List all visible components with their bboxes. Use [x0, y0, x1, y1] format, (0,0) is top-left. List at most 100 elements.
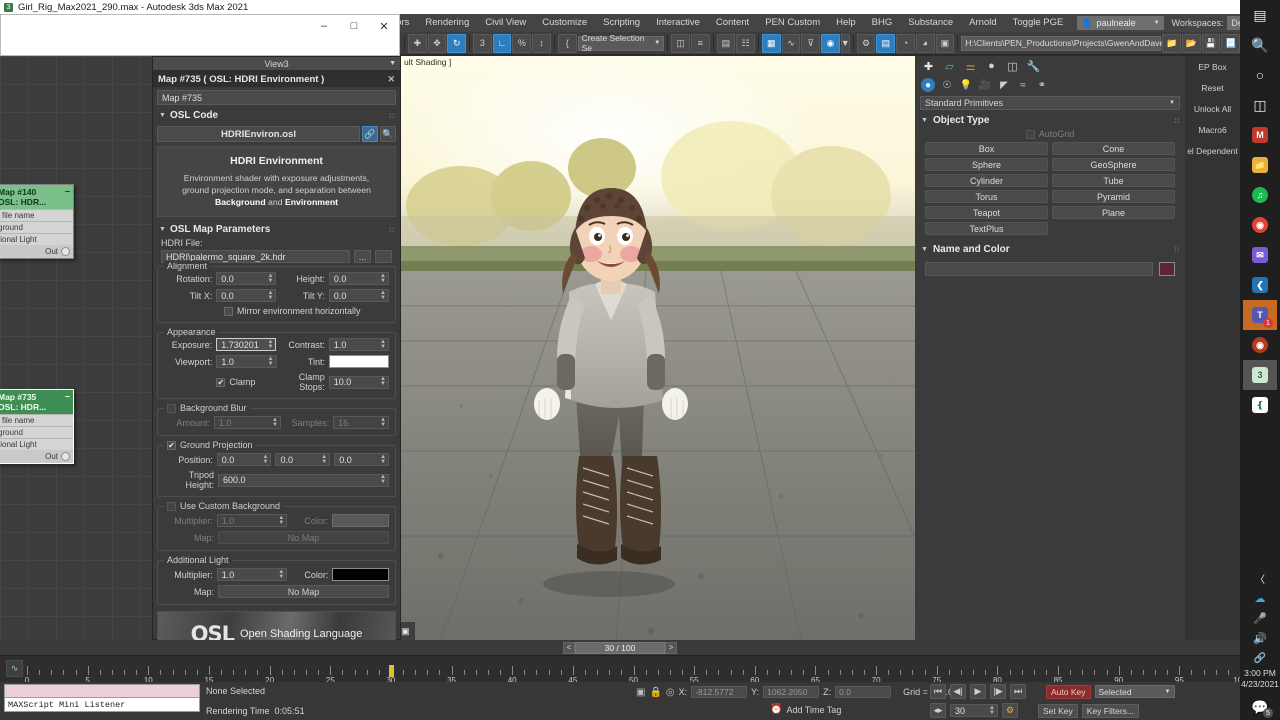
hdri-reload-icon[interactable]	[375, 250, 392, 263]
menu-item-rendering[interactable]: Rendering	[417, 14, 477, 32]
magnifier-icon[interactable]: 🔍	[380, 126, 396, 142]
lock-selection-icon[interactable]: 🔒	[649, 687, 661, 698]
height-spinner[interactable]: 0.0 ▲ ▼	[328, 272, 389, 285]
key-settings-icon[interactable]: ⚙	[1002, 703, 1018, 718]
mendeley-icon[interactable]: M	[1243, 120, 1277, 150]
object-type-tube[interactable]: Tube	[1052, 174, 1175, 187]
menu-item-toggle-pge[interactable]: Toggle PGE	[1005, 14, 1072, 32]
systems-icon[interactable]: ⚭	[1035, 78, 1049, 92]
search-icon[interactable]: 🔍	[1243, 30, 1277, 60]
curve-editor-icon[interactable]: ▦	[761, 33, 781, 53]
rotation-spinner[interactable]: 0.0 ▲ ▼	[216, 272, 277, 285]
angle-snap-icon[interactable]: ∟	[492, 33, 512, 53]
mirror-environment-checkbox[interactable]	[224, 306, 233, 316]
map-name-input[interactable]: Map #735	[157, 90, 396, 105]
menu-item-help[interactable]: Help	[828, 14, 864, 32]
project-settings-icon[interactable]: 📃	[1221, 33, 1241, 53]
macro-button-unlock-all[interactable]: Unlock All	[1185, 98, 1240, 119]
time-tag-icon[interactable]: ⏰	[770, 704, 782, 715]
tripod-height-spinner[interactable]: 600.0 ▲ ▼	[218, 473, 389, 487]
close-icon[interactable]: ✕	[387, 74, 395, 85]
render-production-icon[interactable]: ◔	[896, 33, 915, 53]
lights-icon[interactable]: 💡	[959, 78, 973, 92]
object-type-torus[interactable]: Torus	[925, 190, 1048, 203]
object-type-rollout-header[interactable]: ▼ Object Type ∷	[915, 112, 1185, 129]
set-key-button[interactable]: Set Key	[1038, 703, 1078, 718]
menu-item-interactive[interactable]: Interactive	[648, 14, 708, 32]
object-type-textplus[interactable]: TextPlus	[925, 222, 1048, 235]
chevron-up-icon[interactable]: 〈	[1243, 568, 1277, 588]
key-filters-button[interactable]: Key Filters...	[1081, 703, 1140, 718]
object-type-cylinder[interactable]: Cylinder	[925, 174, 1048, 187]
spotify-icon[interactable]: ♫	[1243, 180, 1277, 210]
rotate-icon[interactable]: ↻	[447, 33, 467, 53]
terminal-icon[interactable]: ❴	[1243, 390, 1277, 420]
tilt-y-spinner[interactable]: 0.0 ▲ ▼	[328, 289, 389, 302]
menu-item-bhg[interactable]: BHG	[864, 14, 901, 32]
tilt-x-spinner[interactable]: 0.0 ▲ ▼	[216, 289, 277, 302]
background-blur-checkbox[interactable]	[167, 403, 176, 413]
menu-item-substance[interactable]: Substance	[900, 14, 961, 32]
object-type-geosphere[interactable]: GeoSphere	[1052, 158, 1175, 171]
space-warps-icon[interactable]: ≈	[1016, 78, 1030, 92]
utilities-tab-icon[interactable]: 🔧	[1026, 59, 1041, 74]
modify-tab-icon[interactable]: ▱	[942, 59, 957, 74]
osl-map-parameters-header[interactable]: ▼ OSL Map Parameters ∷	[157, 222, 396, 237]
helpers-icon[interactable]: ◤	[997, 78, 1011, 92]
clamp-checkbox[interactable]: ✔	[216, 377, 226, 387]
menu-item-content[interactable]: Content	[708, 14, 757, 32]
light-color-swatch[interactable]	[332, 568, 390, 581]
tint-color-swatch[interactable]	[329, 355, 389, 368]
view-tab[interactable]: View3 ▼	[153, 57, 400, 71]
object-type-plane[interactable]: Plane	[1052, 206, 1175, 219]
file-explorer-icon[interactable]: 📁	[1243, 150, 1277, 180]
transform-type-in-icon[interactable]: ▣	[636, 687, 645, 698]
scene-explorer-icon[interactable]: ☷	[736, 33, 755, 53]
current-frame-input[interactable]: 30 ▲ ▼	[950, 704, 998, 717]
menu-item-scripting[interactable]: Scripting	[595, 14, 648, 32]
geometry-icon[interactable]: ●	[921, 78, 935, 92]
prev-frame-icon[interactable]: ◀|	[950, 684, 966, 699]
listener-input-field[interactable]: MAXScript Mini Listener	[4, 698, 200, 712]
object-type-cone[interactable]: Cone	[1052, 142, 1175, 155]
display-tab-icon[interactable]: ◫	[1005, 59, 1020, 74]
position-y-spinner[interactable]: 0.0 ▲ ▼	[275, 453, 331, 466]
macro-button-macro6[interactable]: Macro6	[1185, 119, 1240, 140]
object-type-sphere[interactable]: Sphere	[925, 158, 1048, 171]
position-z-spinner[interactable]: 0.0 ▲ ▼	[334, 453, 390, 466]
mirror-icon[interactable]: ◫	[671, 33, 690, 53]
save-project-icon[interactable]: 💾	[1201, 33, 1221, 53]
x-coordinate-field[interactable]: -812.5772	[691, 686, 748, 698]
listener-output-field[interactable]	[4, 684, 200, 698]
material-editor-icon[interactable]: ◉	[821, 33, 840, 53]
close-button[interactable]: ✕	[369, 15, 399, 37]
material-node[interactable]: Map #140 OSL: HDR... – l file name groun…	[0, 184, 74, 259]
maxscript-mini-listener[interactable]: MAXScript Mini Listener	[4, 684, 200, 712]
photoshop-icon[interactable]: ◉	[1243, 330, 1277, 360]
key-mode-dropdown[interactable]: Selected ▼	[1094, 685, 1175, 698]
menu-item-customize[interactable]: Customize	[534, 14, 595, 32]
key-step-icon[interactable]: ◂▸	[930, 703, 946, 718]
vscode-icon[interactable]: ❮	[1243, 270, 1277, 300]
output-port-icon[interactable]	[61, 247, 70, 256]
goto-end-icon[interactable]: ⏭	[1010, 684, 1026, 699]
name-and-color-rollout-header[interactable]: ▼ Name and Color ∷	[915, 241, 1185, 258]
frame-ruler[interactable]: 0510152025303540455055606570758085909510…	[25, 656, 1247, 685]
shapes-icon[interactable]: ☉	[940, 78, 954, 92]
hierarchy-tab-icon[interactable]: ⚌	[963, 59, 978, 74]
spinner-snap-icon[interactable]: ↕	[532, 33, 551, 53]
material-node[interactable]: Map #735 OSL: HDR... – l file name groun…	[0, 389, 74, 464]
absolute-relative-icon[interactable]: ◎	[666, 687, 675, 698]
macro-button-ep-box[interactable]: EP Box	[1185, 56, 1240, 77]
user-account-button[interactable]: 👤 paulneale ▼	[1077, 16, 1164, 30]
macro-button-el-dependent[interactable]: el Dependent	[1185, 140, 1240, 161]
notifications-icon[interactable]: 💬 5	[1243, 694, 1277, 720]
taskbar-clock[interactable]: 3:00 PM 4/23/2021	[1241, 668, 1279, 690]
light-map-button[interactable]: No Map	[218, 585, 389, 598]
chrome-icon[interactable]: ◉	[1243, 210, 1277, 240]
layer-manager-icon[interactable]: ▤	[716, 33, 736, 53]
next-frame-button[interactable]: >	[665, 641, 677, 654]
material-node-output[interactable]: Out	[0, 450, 73, 463]
scale-icon[interactable]: 3	[473, 33, 492, 53]
minimize-icon[interactable]: –	[65, 186, 70, 196]
